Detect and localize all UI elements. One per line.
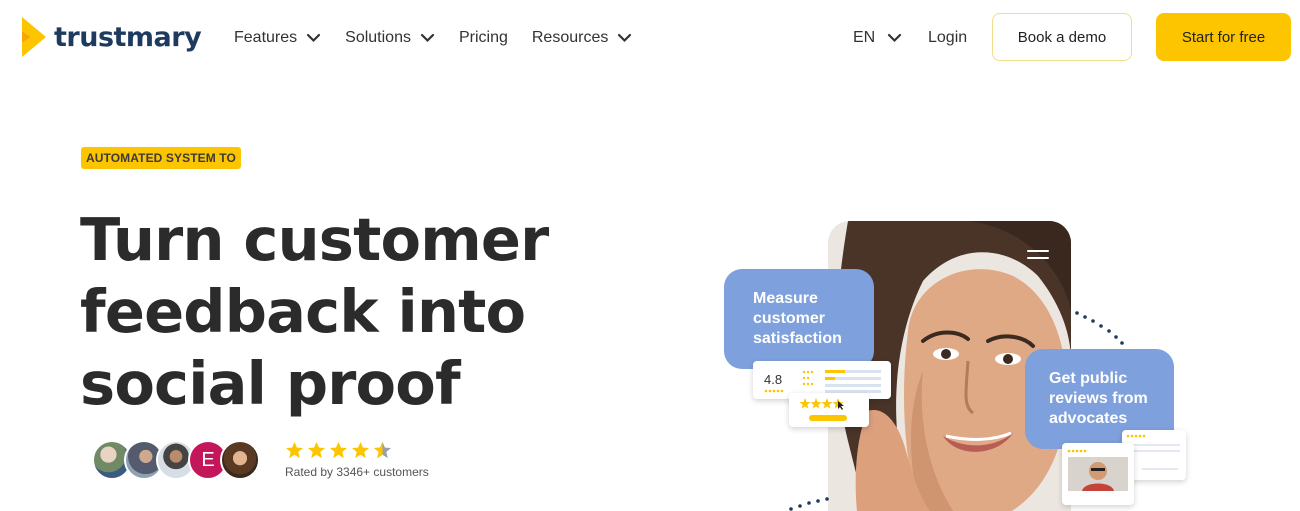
score-bars-icon bbox=[764, 370, 881, 393]
start-free-button[interactable]: Start for free bbox=[1156, 13, 1291, 61]
logo-text: trustmary bbox=[54, 21, 202, 53]
measure-satisfaction-bubble: Measure customer satisfaction bbox=[724, 269, 874, 369]
chevron-down-icon bbox=[420, 33, 435, 43]
star-half-icon bbox=[373, 441, 392, 459]
nav-item-pricing[interactable]: Pricing bbox=[459, 26, 508, 50]
site-header: trustmary Features Solutions Pricing Res… bbox=[0, 0, 1300, 76]
hero-title-line: social proof bbox=[80, 349, 461, 418]
language-label: EN bbox=[853, 29, 876, 46]
main-nav: Features Solutions Pricing Resources bbox=[234, 26, 632, 50]
chevron-down-icon bbox=[307, 33, 321, 43]
chevron-down-icon bbox=[618, 33, 632, 43]
star-icon bbox=[329, 441, 348, 459]
nav-item-solutions[interactable]: Solutions bbox=[345, 26, 435, 50]
rating-text: Rated by 3346+ customers bbox=[285, 465, 429, 479]
star-rating-card bbox=[789, 393, 869, 427]
nav-item-label: Solutions bbox=[345, 29, 411, 46]
hero-title: Turn customer feedback into social proof bbox=[80, 204, 640, 420]
dotted-arc-bottom bbox=[789, 497, 829, 511]
nav-item-features[interactable]: Features bbox=[234, 26, 321, 50]
rating-card-icon bbox=[799, 398, 847, 421]
hero-badge: AUTOMATED SYSTEM TO bbox=[81, 147, 241, 169]
hero-title-line: Turn customer bbox=[80, 205, 549, 274]
logo-mark-icon bbox=[22, 17, 46, 57]
avatar bbox=[220, 440, 260, 480]
star-icon bbox=[285, 441, 304, 459]
bubble-line: Get public bbox=[1049, 370, 1128, 387]
review-card-front bbox=[1062, 443, 1134, 505]
rating-block: Rated by 3346+ customers bbox=[285, 441, 429, 479]
dotted-arc-right bbox=[1075, 311, 1124, 345]
hero-title-line: feedback into bbox=[80, 277, 526, 346]
nav-item-resources[interactable]: Resources bbox=[532, 26, 632, 50]
rating-stars bbox=[285, 441, 429, 460]
customer-avatars: E bbox=[92, 440, 260, 480]
bubble-line: Measure bbox=[753, 290, 818, 307]
book-demo-button[interactable]: Book a demo bbox=[992, 13, 1132, 61]
reviewer-photo-icon bbox=[1067, 449, 1128, 491]
chevron-down-icon bbox=[888, 33, 902, 43]
star-icon bbox=[307, 441, 326, 459]
nav-item-label: Features bbox=[234, 29, 298, 46]
nav-item-label: Resources bbox=[531, 29, 609, 46]
bubble-line: advocates bbox=[1049, 410, 1128, 427]
login-link[interactable]: Login bbox=[928, 26, 967, 50]
language-selector[interactable]: EN bbox=[853, 26, 902, 50]
menu-lines-icon bbox=[1027, 250, 1049, 264]
bubble-line: customer bbox=[753, 310, 826, 327]
bubble-line: satisfaction bbox=[753, 330, 842, 347]
star-icon bbox=[351, 441, 370, 459]
bubble-line: reviews from bbox=[1049, 390, 1148, 407]
logo[interactable]: trustmary bbox=[22, 17, 202, 57]
nav-item-label: Pricing bbox=[458, 29, 508, 46]
